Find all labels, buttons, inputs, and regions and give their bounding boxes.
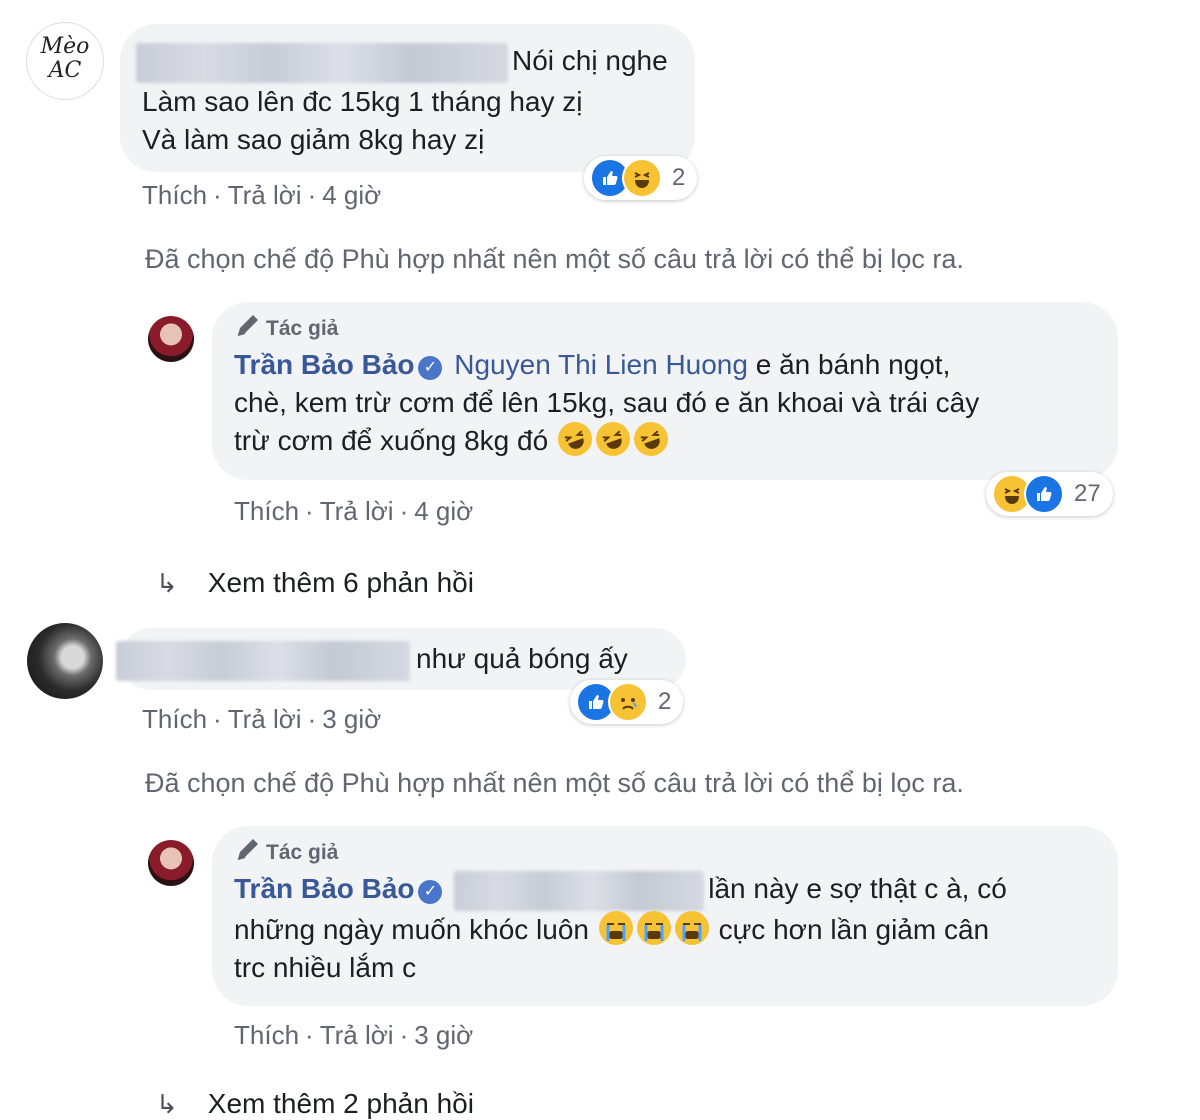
reply-text-line2-head: những ngày muốn khóc luôn — [234, 913, 589, 945]
rofl-emoji-icon — [591, 417, 635, 461]
like-link[interactable]: Thích — [142, 180, 207, 210]
redacted-name — [136, 42, 508, 83]
reply-line-1: Trần Bảo Bảo ✓ lần này e sợ thật c à, có — [234, 870, 1096, 911]
crying-emoji-icon — [636, 910, 671, 945]
reply-bubble: Tác giả Trần Bảo Bảo ✓ lần này e sợ thật … — [212, 826, 1118, 1006]
comment-actions: Thích · Trả lời · 4 giờ — [142, 180, 382, 210]
author-tag: Tác giả — [266, 317, 339, 340]
comment-text-line2: Làm sao lên đc 15kg 1 tháng hay zị — [142, 85, 583, 117]
pencil-icon — [234, 837, 262, 868]
see-more-label: Xem thêm 2 phản hồi — [207, 1088, 474, 1119]
author-avatar[interactable] — [148, 316, 194, 362]
crying-emoji-icon — [598, 910, 633, 945]
author-avatar[interactable] — [148, 840, 194, 886]
haha-icon — [622, 158, 662, 198]
author-name[interactable]: Trần Bảo Bảo — [234, 349, 414, 380]
reply-text-line1: e ăn bánh ngọt, — [755, 349, 951, 380]
reply-link[interactable]: Trả lời — [228, 180, 302, 210]
timestamp[interactable]: 3 giờ — [414, 1020, 473, 1050]
author-tag-row: Tác giả — [234, 836, 1096, 868]
reply-link[interactable]: Trả lời — [228, 704, 302, 734]
comment-text: như quả bóng ấy — [416, 643, 628, 674]
reply-text-line3: trc nhiều lắm c — [234, 951, 417, 983]
rofl-emoji-icon — [553, 417, 597, 461]
reply-bubble: Tác giả Trần Bảo Bảo ✓ Nguyen Thi Lien Hu… — [212, 302, 1118, 480]
reply-link[interactable]: Trả lời — [320, 1020, 394, 1050]
see-more-replies-link[interactable]: ↳ Xem thêm 6 phản hồi — [156, 567, 474, 599]
sad-icon — [608, 682, 648, 722]
reply-text-line3: trừ cơm để xuống 8kg đó — [234, 425, 549, 456]
timestamp[interactable]: 3 giờ — [322, 704, 381, 734]
commenter-avatar-meo-ac[interactable]: Mèo AC — [26, 22, 104, 100]
reply-line-2: những ngày muốn khóc luôn cực hơn lần gi… — [234, 910, 1096, 949]
reaction-count: 2 — [658, 688, 672, 715]
reply-actions: Thích · Trả lời · 4 giờ — [234, 496, 474, 526]
like-link[interactable]: Thích — [142, 704, 207, 734]
reply-link[interactable]: Trả lời — [320, 496, 394, 526]
filter-note: Đã chọn chế độ Phù hợp nhất nên một số c… — [145, 768, 964, 798]
reply-arrow-icon: ↳ — [156, 1089, 178, 1119]
reply-line-1: Trần Bảo Bảo ✓ Nguyen Thi Lien Huong e ăn… — [234, 346, 1096, 384]
crying-emoji-icon — [674, 910, 709, 945]
reaction-summary[interactable]: 27 — [986, 472, 1113, 516]
comment-bubble: Nói chị nghe Làm sao lên đc 15kg 1 tháng… — [120, 24, 695, 172]
reaction-count: 2 — [672, 164, 686, 191]
verified-badge-icon: ✓ — [418, 880, 443, 904]
comment-text-line3: Và làm sao giảm 8kg hay zị — [142, 123, 485, 155]
filter-note: Đã chọn chế độ Phù hợp nhất nên một số c… — [145, 244, 964, 274]
comment-text-line1: Nói chị nghe — [512, 45, 668, 76]
see-more-label: Xem thêm 6 phản hồi — [207, 567, 474, 598]
verified-badge-icon: ✓ — [418, 356, 443, 380]
redacted-mention — [454, 870, 705, 911]
reply-text-line2-tail: cực hơn lần giảm cân — [718, 913, 990, 945]
author-tag: Tác giả — [266, 841, 339, 864]
comment-line-1: Nói chị nghe — [136, 42, 673, 83]
reply-text-line1: lần này e sợ thật c à, có — [708, 873, 1007, 904]
timestamp[interactable]: 4 giờ — [414, 496, 473, 526]
reaction-summary[interactable]: 2 — [570, 680, 684, 724]
reply-actions: Thích · Trả lời · 3 giờ — [234, 1020, 474, 1050]
author-tag-row: Tác giả — [234, 312, 1096, 344]
like-icon — [1024, 474, 1064, 514]
avatar-label-line1: Mèo — [40, 34, 90, 59]
like-link[interactable]: Thích — [234, 1020, 299, 1050]
redacted-name — [116, 640, 410, 681]
rofl-emoji-icon — [629, 417, 673, 461]
timestamp[interactable]: 4 giờ — [322, 180, 381, 210]
mention-link[interactable]: Nguyen Thi Lien Huong — [454, 349, 748, 380]
reply-arrow-icon: ↳ — [156, 568, 178, 598]
see-more-replies-link[interactable]: ↳ Xem thêm 2 phản hồi — [156, 1088, 474, 1120]
commenter-avatar[interactable] — [27, 623, 103, 699]
reply-line-3: trừ cơm để xuống 8kg đó — [234, 417, 1096, 461]
reaction-count: 27 — [1074, 480, 1101, 507]
comment-actions: Thích · Trả lời · 3 giờ — [142, 704, 382, 734]
avatar-label-line2: AC — [48, 58, 82, 83]
author-name[interactable]: Trần Bảo Bảo — [234, 873, 414, 904]
reaction-summary[interactable]: 2 — [584, 156, 698, 200]
reply-text-line2: chè, kem trừ cơm để lên 15kg, sau đó e ă… — [234, 387, 980, 418]
pencil-icon — [234, 313, 262, 344]
like-link[interactable]: Thích — [234, 496, 299, 526]
